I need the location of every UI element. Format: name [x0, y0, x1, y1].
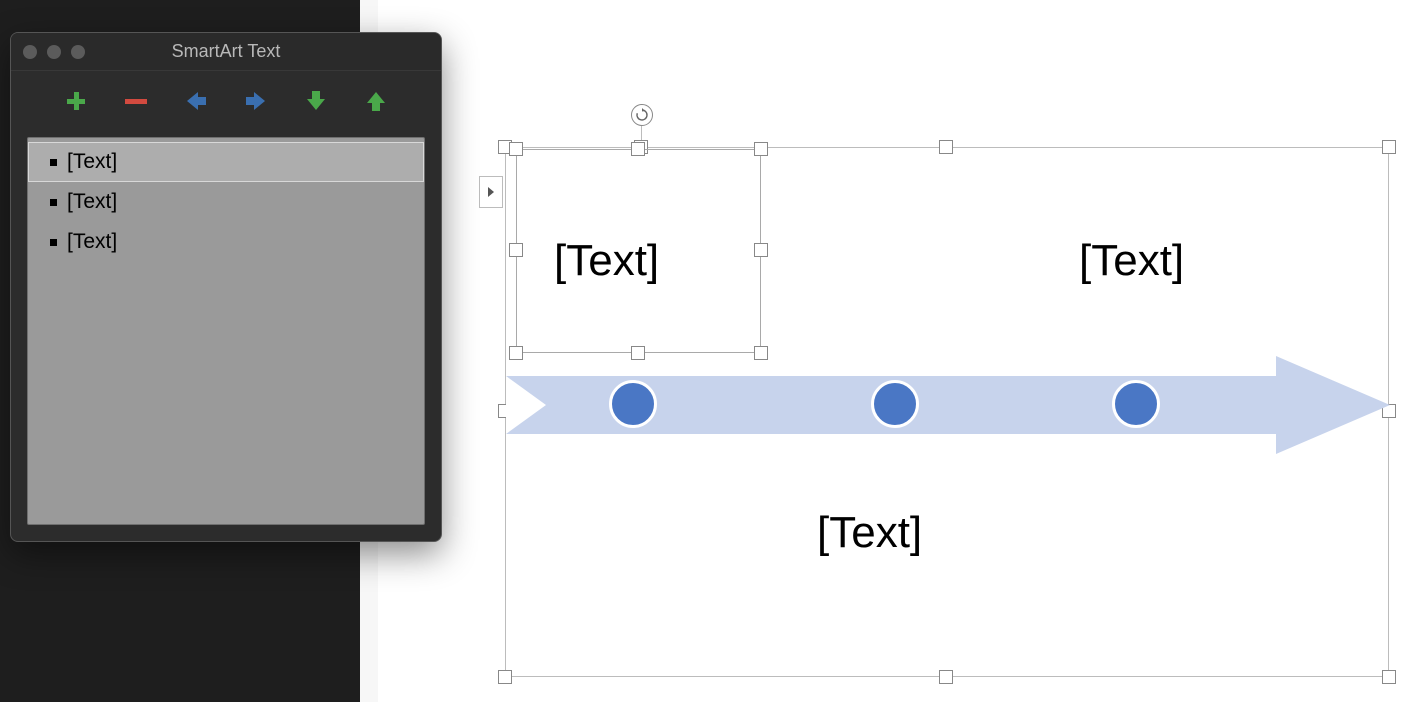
- resize-handle-tr[interactable]: [1382, 140, 1396, 154]
- window-minimize[interactable]: [47, 45, 61, 59]
- add-item-button[interactable]: [63, 88, 89, 114]
- list-item[interactable]: [Text]: [28, 222, 424, 262]
- promote-button[interactable]: [183, 88, 209, 114]
- inner-handle-ml[interactable]: [509, 243, 523, 257]
- timeline-dot-2[interactable]: [871, 380, 919, 428]
- timeline-dot-1[interactable]: [609, 380, 657, 428]
- panel-titlebar[interactable]: SmartArt Text: [11, 33, 441, 71]
- list-item[interactable]: [Text]: [28, 142, 424, 182]
- panel-toolbar: [11, 71, 441, 131]
- rotate-handle[interactable]: [631, 104, 653, 126]
- resize-handle-br[interactable]: [1382, 670, 1396, 684]
- window-controls: [23, 45, 85, 59]
- smartart-text-list[interactable]: [Text] [Text] [Text]: [27, 137, 425, 525]
- minus-icon: [123, 89, 149, 113]
- smartart-text-panel[interactable]: SmartArt Text: [10, 32, 442, 542]
- smartart-label-2[interactable]: [Text]: [817, 508, 922, 558]
- arrow-right-icon: [244, 89, 268, 113]
- list-item-label: [Text]: [67, 230, 117, 254]
- move-down-button[interactable]: [303, 88, 329, 114]
- bullet-icon: [50, 239, 57, 246]
- inner-handle-tm[interactable]: [631, 142, 645, 156]
- smartart-label-1[interactable]: [Text]: [554, 236, 659, 286]
- timeline-dot-3[interactable]: [1112, 380, 1160, 428]
- bullet-icon: [50, 159, 57, 166]
- window-zoom[interactable]: [71, 45, 85, 59]
- move-up-button[interactable]: [363, 88, 389, 114]
- resize-handle-tm[interactable]: [939, 140, 953, 154]
- arrow-up-icon: [364, 89, 388, 113]
- plus-icon: [64, 89, 88, 113]
- demote-button[interactable]: [243, 88, 269, 114]
- smartart-container[interactable]: [Text] [Text] [Text]: [505, 147, 1389, 677]
- inner-handle-tr[interactable]: [754, 142, 768, 156]
- remove-item-button[interactable]: [123, 88, 149, 114]
- chevron-right-icon: [486, 186, 496, 198]
- arrow-left-icon: [184, 89, 208, 113]
- arrow-down-icon: [304, 89, 328, 113]
- list-item-label: [Text]: [67, 190, 117, 214]
- inner-handle-tl[interactable]: [509, 142, 523, 156]
- list-item-label: [Text]: [67, 150, 117, 174]
- smartart-expand-tab[interactable]: [479, 176, 503, 208]
- resize-handle-bl[interactable]: [498, 670, 512, 684]
- bullet-icon: [50, 199, 57, 206]
- list-item[interactable]: [Text]: [28, 182, 424, 222]
- rotate-icon: [635, 108, 649, 122]
- smartart-label-3[interactable]: [Text]: [1079, 236, 1184, 286]
- window-close[interactable]: [23, 45, 37, 59]
- inner-handle-mr[interactable]: [754, 243, 768, 257]
- resize-handle-bm[interactable]: [939, 670, 953, 684]
